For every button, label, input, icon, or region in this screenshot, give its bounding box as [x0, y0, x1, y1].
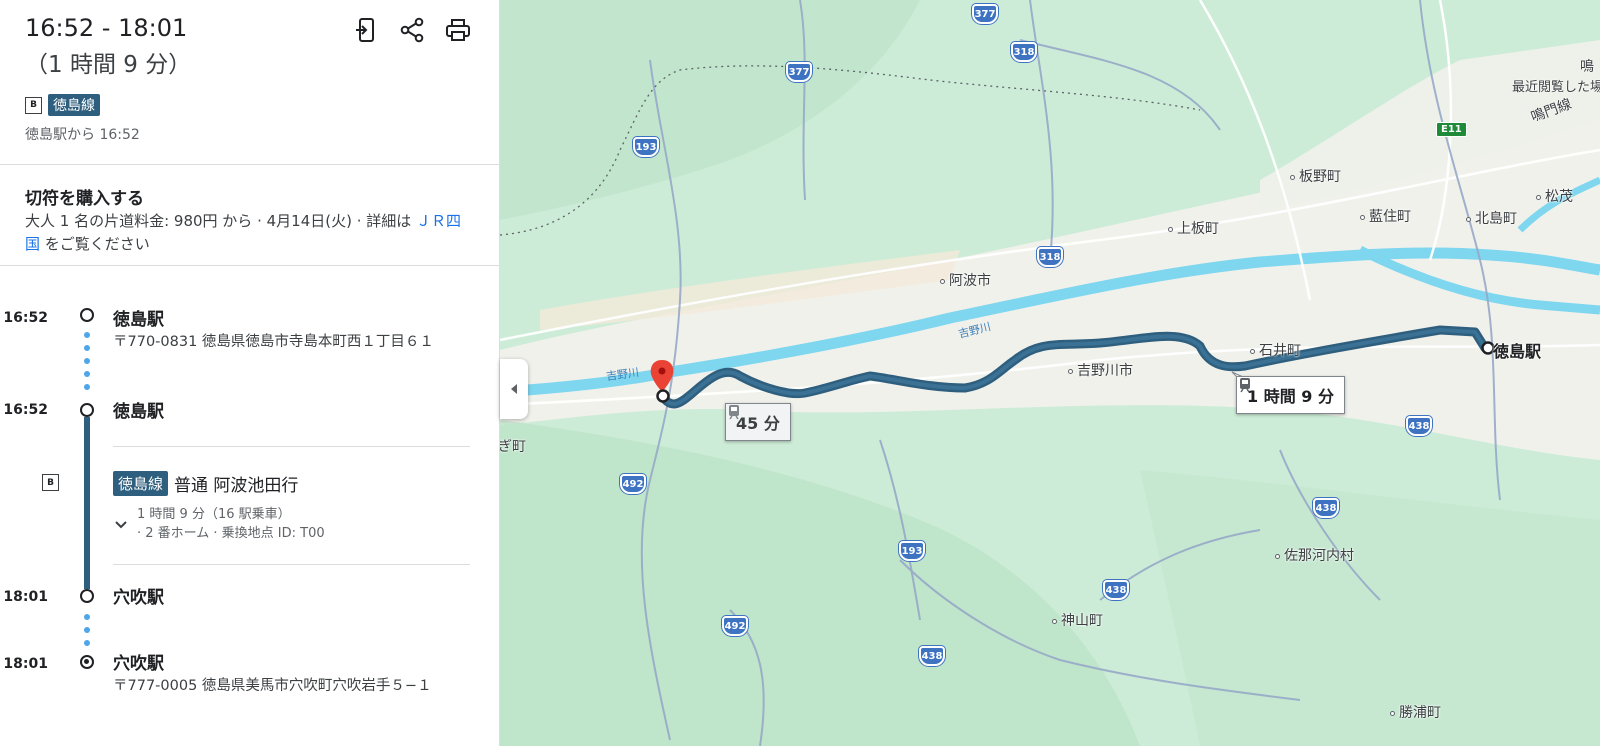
- route-shield: 438: [1103, 580, 1129, 600]
- place-label[interactable]: 北島町: [1466, 208, 1517, 228]
- expressway-shield: E11: [1436, 122, 1467, 137]
- place-label[interactable]: 鳴: [1580, 56, 1594, 76]
- print-icon[interactable]: [442, 14, 474, 46]
- stop-address: 〒770-0831 徳島県徳島市寺島本町西１丁目６１: [113, 334, 434, 350]
- share-icon[interactable]: [396, 14, 428, 46]
- trip-time-range: 16:52 - 18:01: [25, 14, 188, 42]
- train-icon: [729, 405, 739, 420]
- route-shield: 193: [899, 541, 925, 561]
- divider: [113, 564, 470, 565]
- stop-name[interactable]: 徳島駅: [113, 397, 164, 422]
- ticket-fare-text: 大人 1 名の片道料金: 980円 から · 4月14日(火) · 詳細は: [25, 212, 417, 230]
- place-label[interactable]: 板野町: [1290, 166, 1341, 186]
- collapse-panel-button[interactable]: [500, 359, 528, 419]
- stop-time: 16:52: [3, 310, 48, 326]
- stop-name[interactable]: 穴吹駅: [113, 649, 164, 674]
- stop-name[interactable]: 穴吹駅: [113, 583, 164, 608]
- alternative-route-callout[interactable]: 45 分: [725, 403, 791, 441]
- map-background: [500, 0, 1600, 746]
- departure-note: 徳島駅から 16:52: [25, 127, 140, 143]
- ticket-title: 切符を購入する: [25, 189, 144, 209]
- stop-address: 〒777-0005 徳島県美馬市穴吹町穴吹岩手５−１: [113, 678, 432, 694]
- ticket-after-text: をご覧ください: [40, 235, 150, 253]
- place-label[interactable]: ぎ町: [500, 436, 526, 456]
- route-shield: 193: [633, 137, 659, 157]
- stop-time: 16:52: [3, 402, 48, 418]
- route-shield: 318: [1037, 247, 1063, 267]
- segment-details-toggle[interactable]: 1 時間 9 分（16 駅乗車） · 2 番ホーム · 乗換地点 ID: T00: [113, 505, 325, 543]
- walk-dots: [84, 614, 90, 653]
- stop-marker: [80, 308, 94, 322]
- trip-duration: （1 時間 9 分）: [25, 52, 192, 78]
- stop-marker: [80, 589, 94, 603]
- route-shield: 438: [1406, 416, 1432, 436]
- selected-route-callout[interactable]: 1 時間 9 分: [1236, 376, 1345, 414]
- stop-marker: [80, 403, 94, 417]
- map-canvas[interactable]: 徳島駅 吉野川市 阿波市 石井町 上板町 板野町 藍住町 北島町 松茂 鳴門線 …: [500, 0, 1600, 746]
- place-label[interactable]: 吉野川市: [1068, 360, 1133, 380]
- destination-marker: [80, 655, 94, 669]
- segment-platform-info: · 2 番ホーム · 乗換地点 ID: T00: [137, 526, 325, 541]
- line-summary: B 徳島線: [25, 94, 100, 116]
- directions-panel: 16:52 - 18:01 （1 時間 9 分） B 徳島線 徳島駅から 16:…: [0, 0, 500, 746]
- divider: [113, 446, 470, 447]
- transit-badge: B: [25, 96, 42, 114]
- line-chip: 徳島線: [48, 94, 100, 116]
- stop-time: 18:01: [3, 589, 48, 605]
- place-label[interactable]: 阿波市: [940, 270, 991, 290]
- train-icon: [1240, 378, 1250, 393]
- route-shield: 377: [972, 4, 998, 24]
- route-shield: 318: [1011, 42, 1037, 62]
- route-shield: 438: [1313, 498, 1339, 518]
- chevron-left-icon: [511, 384, 517, 394]
- route-shield: 492: [620, 474, 646, 494]
- route-shield: 438: [919, 646, 945, 666]
- place-label[interactable]: 石井町: [1250, 340, 1301, 360]
- place-label[interactable]: 佐那河内村: [1275, 545, 1354, 565]
- chevron-down-icon: [115, 521, 127, 529]
- recently-viewed-label[interactable]: 最近閲覧した場: [1512, 76, 1600, 95]
- callout-duration: 45 分: [736, 414, 780, 433]
- segment-badge: B: [42, 474, 59, 491]
- place-label[interactable]: 上板町: [1168, 218, 1219, 238]
- place-label[interactable]: 松茂: [1536, 186, 1573, 206]
- place-label[interactable]: 藍住町: [1360, 206, 1411, 226]
- station-label[interactable]: 徳島駅: [1493, 338, 1541, 362]
- line-chip: 徳島線: [113, 471, 169, 496]
- place-label[interactable]: 神山町: [1052, 610, 1103, 630]
- stop-time: 18:01: [3, 656, 48, 672]
- route-shield: 377: [786, 62, 812, 82]
- stop-name[interactable]: 徳島駅: [113, 305, 164, 330]
- segment-service: 普通 阿波池田行: [174, 476, 299, 496]
- divider: [0, 164, 499, 165]
- segment-ride-info: 1 時間 9 分（16 駅乗車）: [137, 507, 291, 522]
- transit-rail: [84, 417, 90, 589]
- send-to-phone-icon[interactable]: [350, 14, 382, 46]
- callout-duration: 1 時間 9 分: [1247, 387, 1334, 406]
- ticket-info: 大人 1 名の片道料金: 980円 から · 4月14日(火) · 詳細は ＪＲ…: [25, 210, 465, 256]
- place-label[interactable]: 勝浦町: [1390, 702, 1441, 722]
- header-actions: [350, 14, 474, 46]
- walk-dots: [84, 332, 90, 397]
- route-shield: 492: [722, 616, 748, 636]
- divider: [0, 265, 499, 266]
- segment-title: 徳島線 普通 阿波池田行: [113, 471, 298, 496]
